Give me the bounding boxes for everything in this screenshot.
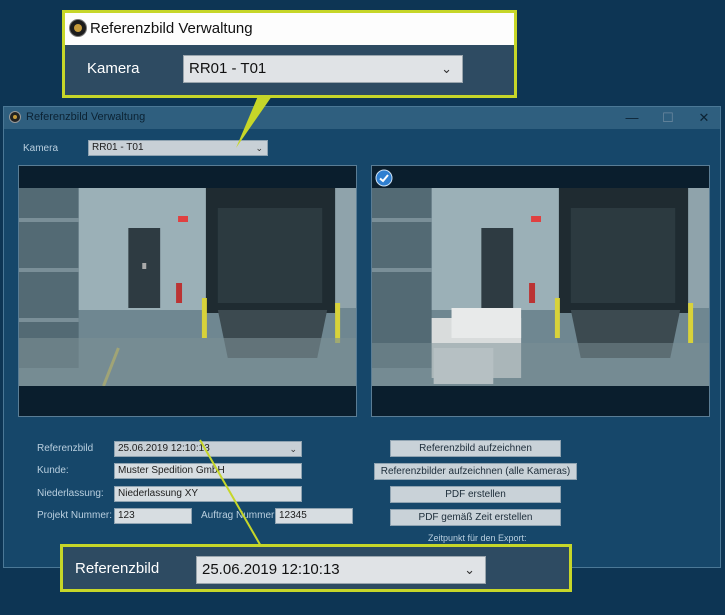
- callout-camera-label: Kamera: [87, 60, 140, 77]
- chevron-down-icon: ⌄: [441, 61, 452, 76]
- callout-title-bar: Referenzbild Verwaltung: [65, 13, 514, 45]
- top-callout-pointer: [236, 96, 272, 148]
- bottom-callout-pointer: [199, 439, 263, 549]
- callout-window-title: Referenzbild Verwaltung: [90, 20, 253, 37]
- referenzbild-zoom-callout: Referenzbild 25.06.2019 12:10:13 ⌄: [60, 544, 572, 592]
- callout-referenzbild-select[interactable]: 25.06.2019 12:10:13 ⌄: [196, 556, 486, 584]
- camera-zoom-callout: Referenzbild Verwaltung Kamera RR01 - T0…: [62, 10, 517, 98]
- callout-camera-select-value: RR01 - T01: [189, 60, 267, 77]
- callout-referenzbild-label: Referenzbild: [75, 560, 160, 577]
- callout-camera-row: Kamera RR01 - T01 ⌄: [65, 45, 514, 95]
- chevron-down-icon: ⌄: [464, 562, 475, 577]
- callout-camera-select[interactable]: RR01 - T01 ⌄: [183, 55, 463, 83]
- callout-referenzbild-select-value: 25.06.2019 12:10:13: [202, 561, 340, 578]
- camera-app-icon: [69, 19, 87, 37]
